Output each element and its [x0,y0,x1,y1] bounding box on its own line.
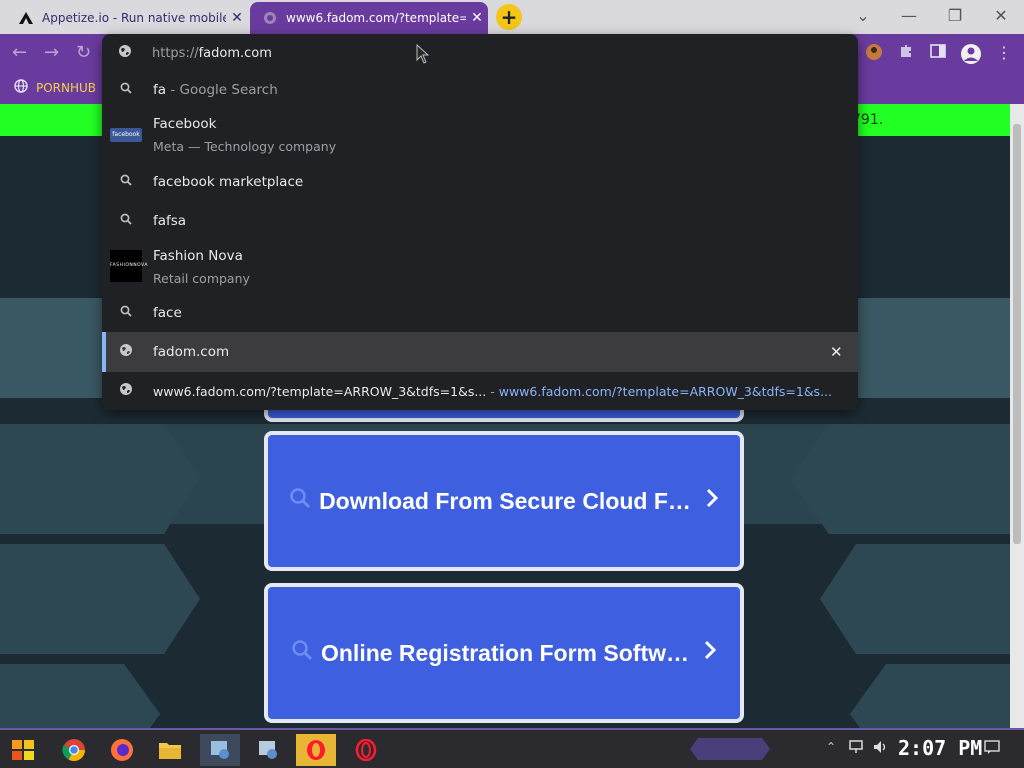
bookmark-item[interactable]: PORNHUB [14,79,96,97]
tab-title: Appetize.io - Run native mobile [42,11,226,25]
notifications-icon[interactable] [984,739,1000,759]
side-panel-icon[interactable] [928,43,948,63]
fashion-nova-logo: FASHIONNOVA [110,250,147,282]
search-icon [118,82,134,98]
network-icon[interactable] [248,734,288,766]
close-tab-icon[interactable]: ✕ [466,10,488,26]
suggestion-item[interactable]: facebook marketplace [102,162,858,202]
search-icon [289,487,311,515]
file-explorer-icon[interactable] [150,734,190,766]
remove-suggestion-icon[interactable]: ✕ [830,343,843,361]
omnibox-dropdown: https://fadom.com fa - Google Search fac… [102,34,858,410]
suggestion-item[interactable]: www6.fadom.com/?template=ARROW_3&tdfs=1&… [102,372,858,410]
suggestion-separator: - [486,383,499,399]
registration-cta-button[interactable]: Online Registration Form Softw… [264,583,744,723]
close-tab-icon[interactable]: ✕ [226,10,248,26]
globe-icon [118,44,132,62]
minimize-button[interactable]: — [886,4,932,28]
globe-icon [14,79,28,97]
cta-label: Online Registration Form Softw… [320,639,689,666]
background-hexagon [820,544,1010,654]
suggestion-item[interactable]: fafsa [102,202,858,240]
taskbar: ⌃ 2:07 PM [0,728,1024,768]
appetize-logo-icon [18,10,34,26]
chrome-icon[interactable] [54,734,94,766]
volume-icon[interactable] [872,739,888,759]
network-tray-icon[interactable] [848,739,864,759]
tab-search-icon[interactable]: ⌄ [840,4,886,28]
profile-avatar-icon[interactable] [864,43,884,63]
bookmark-label: PORNHUB [36,81,97,95]
tab-fadom[interactable]: www6.fadom.com/?template=AR ✕ [250,2,488,34]
suggestion-text: face [153,305,182,321]
cta-label: Download From Secure Cloud F… [319,487,691,514]
background-hexagon [0,544,200,654]
suggestion-secondary: - Google Search [166,82,278,98]
address-bar[interactable]: https://fadom.com [102,34,858,72]
suggestion-subtext: Meta — Technology company [153,139,337,154]
tab-appetize[interactable]: Appetize.io - Run native mobile ✕ [6,2,248,34]
new-tab-button[interactable]: + [496,4,522,30]
mouse-cursor-icon [416,43,430,68]
suggestion-item[interactable]: fa - Google Search [102,72,858,108]
suggestion-url: www6.fadom.com/?template=ARROW_3&tdfs=1&… [498,383,832,399]
extensions-puzzle-icon[interactable] [896,43,916,63]
facebook-logo: facebook [110,128,142,142]
download-cta-button[interactable]: Download From Secure Cloud F… [264,431,744,571]
opera-icon[interactable] [296,734,336,766]
suggestion-text: fa [153,82,167,98]
scrollbar-thumb[interactable] [1013,124,1021,544]
control-panel-icon[interactable] [200,734,240,766]
chevron-right-icon [703,639,717,667]
address-input-text[interactable]: https://fadom.com [152,46,272,61]
forward-button[interactable]: → [44,42,59,63]
suggestion-text: www6.fadom.com/?template=ARROW_3&tdfs=1&… [153,383,487,399]
suggestion-item[interactable]: facebook Facebook Meta — Technology comp… [102,108,858,162]
opera-gx-icon[interactable] [346,734,386,766]
background-hexagon [0,664,160,728]
globe-icon [262,10,278,26]
taskbar-decoration [690,738,770,760]
chevron-right-icon [705,487,719,515]
search-icon [291,639,313,667]
background-hexagon [850,664,1010,728]
globe-icon [118,343,134,361]
account-avatar-icon[interactable] [960,43,981,64]
background-hexagon [790,424,1010,534]
suggestion-item[interactable]: face [102,294,858,332]
maximize-button[interactable]: ❐ [932,4,978,28]
globe-icon [118,382,134,400]
page-scrollbar[interactable] [1010,104,1024,728]
tab-strip: Appetize.io - Run native mobile ✕ www6.f… [0,0,1024,34]
clock[interactable]: 2:07 PM [898,736,982,760]
reload-button[interactable]: ↻ [76,42,91,63]
search-icon [118,174,134,190]
suggestion-subtext: Retail company [153,271,250,286]
search-icon [118,213,134,229]
tray-chevron-up-icon[interactable]: ⌃ [826,740,836,754]
back-button[interactable]: ← [12,42,27,63]
suggestion-item[interactable]: FASHIONNOVA Fashion Nova Retail company [102,240,858,294]
start-button[interactable] [4,734,44,766]
suggestion-text: facebook marketplace [153,174,304,190]
suggestion-text: Facebook [153,116,217,132]
url-scheme: https:// [152,45,199,61]
close-window-button[interactable]: ✕ [978,4,1024,28]
url-value: fadom.com [198,45,272,61]
menu-kebab-icon[interactable]: ⋮ [994,43,1014,63]
firefox-icon[interactable] [102,734,142,766]
suggestion-text: Fashion Nova [153,248,243,264]
suggestion-text: fadom.com [153,344,230,360]
suggestion-item-selected[interactable]: fadom.com ✕ [102,332,858,372]
suggestion-text: fafsa [153,213,187,229]
tab-title: www6.fadom.com/?template=AR [286,11,466,25]
search-icon [118,305,134,321]
background-hexagon [0,424,200,534]
